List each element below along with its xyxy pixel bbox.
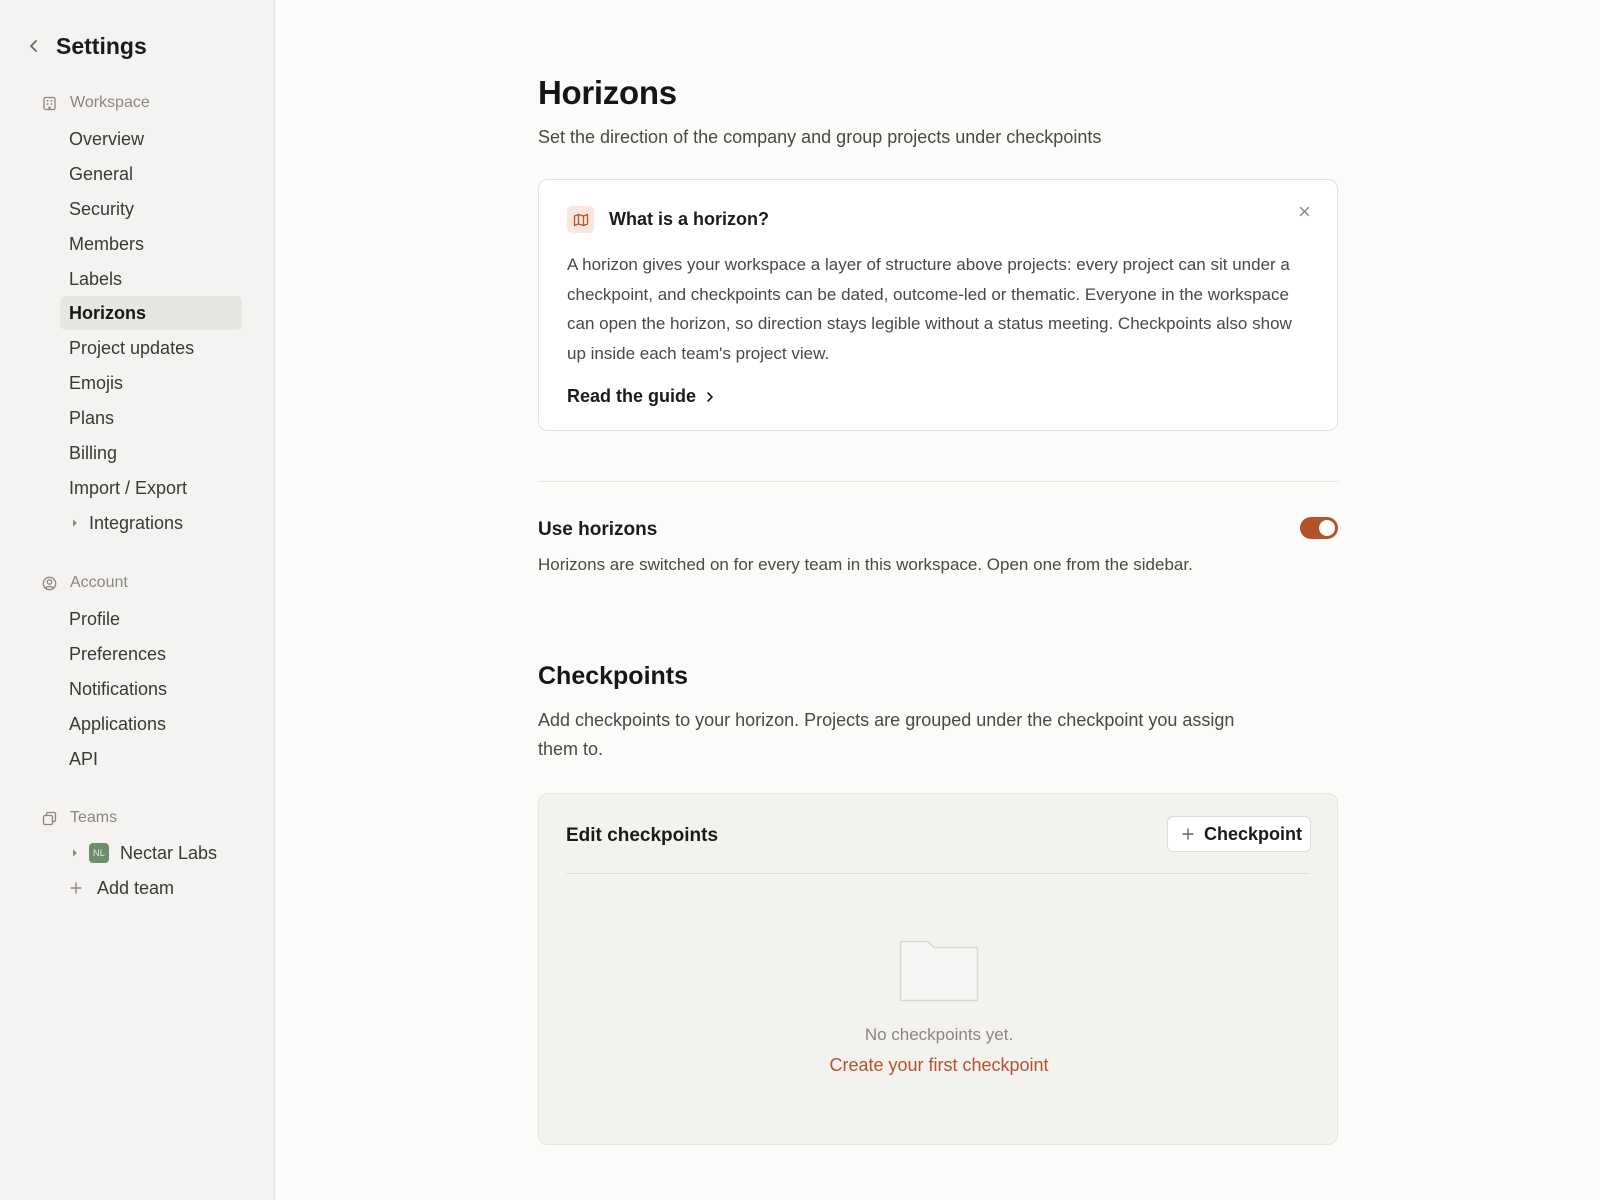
map-icon [567, 206, 594, 233]
edit-checkpoints-title: Edit checkpoints [566, 825, 719, 846]
section-account: Account [40, 572, 128, 594]
section-workspace: Workspace [40, 92, 150, 114]
sidebar-item-import-export[interactable]: Import / Export [60, 471, 242, 505]
read-guide-label: Read the guide [567, 386, 697, 406]
page-subtitle: Set the direction of the company and gro… [538, 127, 1102, 147]
checkpoints-title: Checkpoints [538, 662, 689, 690]
empty-folder-icon [898, 939, 980, 1003]
section-label-workspace: Workspace [70, 94, 150, 111]
info-body: A horizon gives your workspace a layer o… [567, 255, 1292, 363]
team-avatar: NL [89, 843, 109, 863]
page-title: Horizons [538, 74, 677, 111]
toggle-knob [1319, 520, 1335, 536]
back-chevron-icon[interactable] [24, 36, 44, 56]
user-circle-icon [40, 574, 58, 592]
sidebar-item-applications[interactable]: Applications [60, 707, 242, 741]
plus-icon [69, 881, 83, 895]
close-icon[interactable] [1295, 202, 1313, 220]
sidebar-item-horizons[interactable]: Horizons [60, 296, 242, 330]
empty-state-text: No checkpoints yet. [864, 1025, 1014, 1044]
sidebar-item-members[interactable]: Members [60, 227, 242, 261]
settings-sidebar: Settings Workspace Overview General Secu… [0, 0, 275, 1200]
section-label-teams: Teams [70, 809, 118, 826]
sidebar-item-project-updates[interactable]: Project updates [60, 331, 242, 365]
sidebar-item-api[interactable]: API [60, 742, 242, 776]
sidebar-item-labels[interactable]: Labels [60, 262, 242, 296]
sidebar-item-preferences[interactable]: Preferences [60, 637, 242, 671]
teams-icon [40, 809, 58, 827]
sidebar-item-general[interactable]: General [60, 157, 242, 191]
add-checkpoint-label: Checkpoint [1204, 823, 1303, 844]
plus-icon [1182, 828, 1194, 840]
section-teams: Teams [40, 807, 117, 829]
create-first-checkpoint-link[interactable]: Create your first checkpoint [539, 1055, 1339, 1076]
sidebar-title: Settings [56, 32, 147, 59]
use-horizons-description: Horizons are switched on for every team … [538, 555, 1193, 574]
add-checkpoint-button[interactable]: Checkpoint [1167, 816, 1311, 852]
sidebar-item-billing[interactable]: Billing [60, 436, 242, 470]
section-label-account: Account [70, 574, 128, 591]
sidebar-item-profile[interactable]: Profile [60, 602, 242, 636]
add-team-button[interactable]: Add team [60, 871, 242, 905]
sidebar-item-label: Integrations [89, 512, 184, 533]
caret-right-icon [69, 517, 81, 529]
panel-divider [566, 873, 1310, 874]
checkpoints-description: Add checkpoints to your horizon. Project… [538, 710, 1235, 759]
add-team-label: Add team [97, 877, 175, 898]
team-name: Nectar Labs [120, 842, 218, 863]
checkpoints-panel: Edit checkpoints Checkpoint No checkpoin… [538, 793, 1338, 1145]
sidebar-item-notifications[interactable]: Notifications [60, 672, 242, 706]
info-title: What is a horizon? [609, 209, 769, 229]
sidebar-header: Settings [24, 30, 147, 62]
info-card: What is a horizon? A horizon gives your … [538, 179, 1338, 431]
sidebar-item-plans[interactable]: Plans [60, 401, 242, 435]
sidebar-item-team-nectar-labs[interactable]: NL Nectar Labs [60, 836, 242, 870]
building-icon [40, 94, 58, 112]
caret-right-icon [69, 847, 81, 859]
sidebar-item-integrations[interactable]: Integrations [60, 506, 242, 540]
section-divider [538, 481, 1338, 482]
read-guide-link[interactable]: Read the guide [567, 386, 714, 407]
use-horizons-toggle[interactable] [1300, 517, 1338, 539]
sidebar-item-security[interactable]: Security [60, 192, 242, 226]
chevron-right-icon [706, 391, 714, 403]
sidebar-item-emojis[interactable]: Emojis [60, 366, 242, 400]
sidebar-item-overview[interactable]: Overview [60, 122, 242, 156]
use-horizons-title: Use horizons [538, 519, 658, 540]
